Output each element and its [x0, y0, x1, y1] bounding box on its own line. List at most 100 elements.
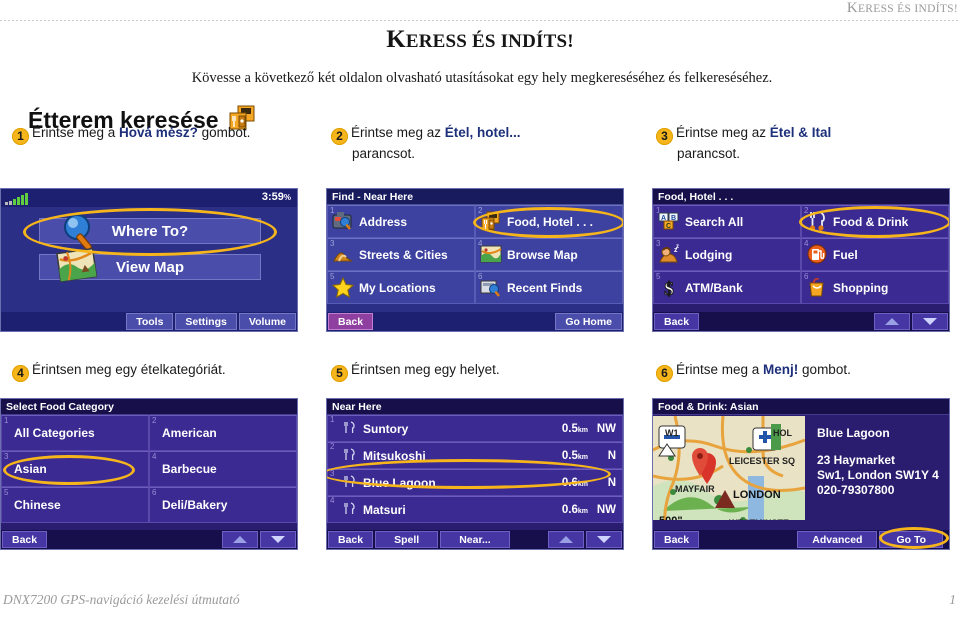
tile-lodging[interactable]: 3 zz Lodging	[653, 238, 801, 271]
bottom-toolbar: Back	[653, 312, 949, 331]
svg-text:B: B	[671, 215, 676, 222]
svg-text:WESTMINSTE: WESTMINSTE	[729, 518, 789, 520]
bottom-toolbar: Back Spell Near...	[327, 530, 623, 549]
tile-my-locations[interactable]: 5 My Locations	[327, 271, 475, 304]
back-button[interactable]: Back	[654, 531, 700, 548]
list-item[interactable]: 2 Mitsukoshi 0.5km N	[327, 442, 623, 469]
volume-button[interactable]: Volume	[238, 313, 296, 330]
page-title: KERESS ÉS INDÍTS!	[386, 26, 574, 53]
place-name: Blue Lagoon	[817, 426, 890, 440]
status-bar: 3:59%	[1, 189, 297, 207]
tools-button[interactable]: Tools	[126, 313, 174, 330]
list-item[interactable]: 1 Suntory 0.5km NW	[327, 415, 623, 442]
fuel-pump-icon	[806, 244, 828, 266]
step-badge-5: 5	[331, 365, 348, 382]
list-item-direction: N	[607, 449, 616, 462]
scroll-down-icon	[597, 536, 611, 543]
advanced-button[interactable]: Advanced	[797, 531, 878, 548]
header-rule	[0, 20, 960, 21]
gps-screen-near-here[interactable]: Near Here 1 Suntory 0.5km NW 2 Mitsukosh…	[326, 398, 624, 550]
screen-title: Find - Near Here	[327, 189, 623, 205]
tile-food-hotel[interactable]: 2 Food, Hotel . . .	[475, 205, 623, 238]
gps-screen-place-detail[interactable]: Food & Drink: Asian W1 HOL LEICESTER SQ …	[652, 398, 950, 550]
go-home-button[interactable]: Go Home	[555, 313, 622, 330]
settings-button[interactable]: Settings	[175, 313, 237, 330]
list-item[interactable]: 3 Blue Lagoon 0.6km N	[327, 469, 623, 496]
step-caption-2: 2 Érintse meg az Étel, hotel... parancsot.	[331, 124, 631, 162]
gps-screen-food-category[interactable]: Select Food Category 1 All Categories 2 …	[0, 398, 298, 550]
spell-button[interactable]: Spell	[375, 531, 439, 548]
step-caption-1: 1 Érintse meg a Hová mész? gombot.	[12, 124, 312, 145]
screen-title: Select Food Category	[1, 399, 297, 415]
detail-area: W1 HOL LEICESTER SQ MAYFAIR LONDON WESTM…	[653, 416, 949, 532]
tile-grid: 1 Address 2 Food, Hotel . . . 3 Streets …	[327, 205, 623, 304]
back-button[interactable]: Back	[2, 531, 48, 548]
tile-barbecue[interactable]: 4 Barbecue	[149, 451, 297, 487]
svg-text:C: C	[666, 223, 671, 230]
svg-text:$: $	[664, 279, 674, 298]
list-item-direction: NW	[596, 503, 616, 516]
mini-map[interactable]: W1 HOL LEICESTER SQ MAYFAIR LONDON WESTM…	[653, 416, 805, 520]
star-icon	[331, 276, 355, 299]
scroll-up-icon	[559, 536, 573, 543]
tile-recent-finds[interactable]: 6 Recent Finds	[475, 271, 623, 304]
tile-streets-cities[interactable]: 3 Streets & Cities	[327, 238, 475, 271]
gps-screen-food-hotel[interactable]: Food, Hotel . . . 1 ABC Search All 2 Foo…	[652, 188, 950, 332]
tile-chinese[interactable]: 5 Chinese	[1, 487, 149, 523]
scroll-down-button[interactable]	[260, 531, 296, 548]
back-button[interactable]: Back	[654, 313, 700, 330]
distance-unit: km	[577, 507, 588, 515]
bottom-toolbar: Back Go Home	[327, 312, 623, 331]
distance-unit: km	[577, 453, 588, 461]
tile-browse-map[interactable]: 4 Browse Map	[475, 238, 623, 271]
tile-food-drink[interactable]: 2 Food & Drink	[801, 205, 949, 238]
address-line-1: 23 Haymarket	[817, 453, 896, 467]
results-list: 1 Suntory 0.5km NW 2 Mitsukoshi 0.5km N …	[327, 415, 623, 523]
step-badge-3: 3	[656, 128, 673, 145]
step-badge-2: 2	[331, 128, 348, 145]
bottom-toolbar: Tools Settings Volume	[1, 312, 297, 331]
bottom-toolbar: Back	[1, 530, 297, 549]
scroll-down-button[interactable]	[586, 531, 622, 548]
list-item-name: Mitsukoshi	[363, 448, 426, 463]
tile-atm-bank[interactable]: 5 $ ATM/Bank	[653, 271, 801, 304]
streets-cities-icon	[332, 244, 354, 266]
list-item[interactable]: 4 Matsuri 0.6km NW	[327, 496, 623, 523]
place-details: Blue Lagoon 23 Haymarket Sw1, London SW1…	[805, 416, 949, 532]
list-item-distance: 0.5km	[561, 449, 588, 462]
running-head: KERESS ÉS INDÍTS!	[0, 0, 960, 22]
step-caption-6: 6 Érintse meg a Menj! gombot.	[656, 361, 956, 382]
go-to-button[interactable]: Go To	[879, 531, 943, 548]
restaurant-icon	[342, 474, 358, 491]
scroll-up-button[interactable]	[222, 531, 258, 548]
restaurant-icon	[342, 447, 358, 464]
browse-map-icon	[480, 244, 502, 266]
gps-screen-find-near-here[interactable]: Find - Near Here 1 Address 2 Food, Hotel…	[326, 188, 624, 332]
tile-fuel[interactable]: 4 Fuel	[801, 238, 949, 271]
address-camera-icon	[332, 211, 354, 233]
step-badge-1: 1	[12, 128, 29, 145]
gps-screen-home[interactable]: 3:59% Where To? View Map Tools Settings …	[0, 188, 298, 332]
svg-text:z: z	[676, 244, 679, 250]
scroll-up-button[interactable]	[548, 531, 584, 548]
back-button[interactable]: Back	[328, 313, 374, 330]
step-badge-6: 6	[656, 365, 673, 382]
scroll-down-button[interactable]	[912, 313, 948, 330]
page-number: 1	[949, 592, 956, 607]
step-caption-3: 3 Érintse meg az Étel & Ital parancsot.	[656, 124, 956, 162]
tile-american[interactable]: 2 American	[149, 415, 297, 451]
list-item-direction: NW	[596, 422, 616, 435]
list-item-direction: N	[607, 476, 616, 489]
scroll-up-icon	[885, 318, 899, 325]
tile-shopping[interactable]: 6 Shopping	[801, 271, 949, 304]
back-button[interactable]: Back	[328, 531, 374, 548]
scroll-up-button[interactable]	[874, 313, 910, 330]
near-button[interactable]: Near...	[440, 531, 510, 548]
tile-grid: 1 ABC Search All 2 Food & Drink 3 zz Lod…	[653, 205, 949, 304]
tile-asian[interactable]: 3 Asian	[1, 451, 149, 487]
tile-deli-bakery[interactable]: 6 Deli/Bakery	[149, 487, 297, 523]
tile-search-all[interactable]: 1 ABC Search All	[653, 205, 801, 238]
tile-all-categories[interactable]: 1 All Categories	[1, 415, 149, 451]
distance-unit: km	[577, 426, 588, 434]
tile-address[interactable]: 1 Address	[327, 205, 475, 238]
